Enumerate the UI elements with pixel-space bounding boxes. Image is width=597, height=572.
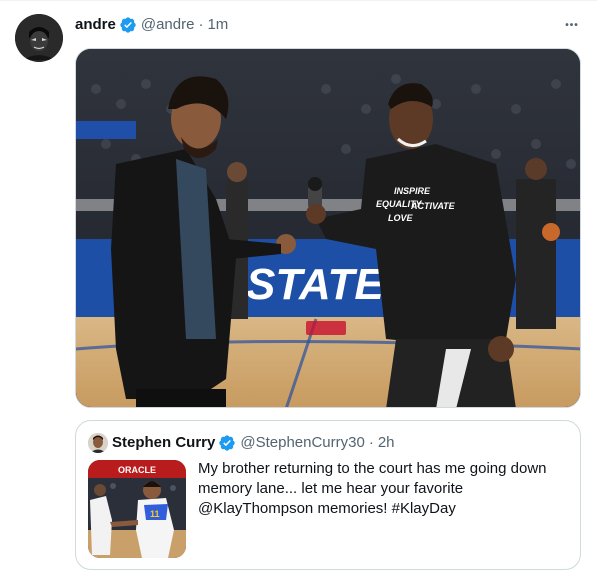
quoted-tweet-thumbnail[interactable]: ORACLE 11: [88, 460, 186, 558]
quoted-tweet-header: Stephen Curry @StephenCurry30 · 2h: [88, 433, 395, 453]
jersey-text-3: ACTIVATE: [410, 201, 456, 211]
tweet-header: andre @andre · 1m: [75, 15, 228, 35]
court-banner-text: STATE: [246, 260, 385, 309]
separator-dot: ·: [198, 16, 204, 33]
quoted-author-name[interactable]: Stephen Curry: [112, 433, 215, 453]
jersey-text-1: INSPIRE: [394, 186, 431, 196]
verified-badge-icon: [218, 434, 236, 452]
quoted-author-avatar[interactable]: [88, 433, 108, 453]
author-handle[interactable]: @andre: [141, 15, 195, 35]
quoted-author-handle[interactable]: @StephenCurry30: [240, 433, 364, 453]
verified-badge-icon: [119, 16, 137, 34]
author-name[interactable]: andre: [75, 15, 116, 35]
quoted-tweet-text: My brother returning to the court has me…: [198, 460, 547, 517]
tweet-media-image[interactable]: STATE w: [75, 48, 581, 408]
divider: [0, 0, 597, 1]
quoted-tweet-card[interactable]: Stephen Curry @StephenCurry30 · 2h ORACL…: [75, 420, 581, 570]
more-options-label: •••: [565, 19, 579, 31]
jersey-text-4: LOVE: [388, 213, 414, 223]
svg-text:11: 11: [150, 509, 160, 519]
tweet-timestamp[interactable]: 1m: [207, 15, 228, 35]
quoted-tweet-timestamp[interactable]: 2h: [378, 433, 395, 453]
thumb-sign-text: ORACLE: [118, 465, 156, 475]
more-options-icon[interactable]: •••: [560, 15, 584, 35]
author-avatar[interactable]: [15, 14, 63, 62]
separator-dot: ·: [368, 434, 374, 451]
